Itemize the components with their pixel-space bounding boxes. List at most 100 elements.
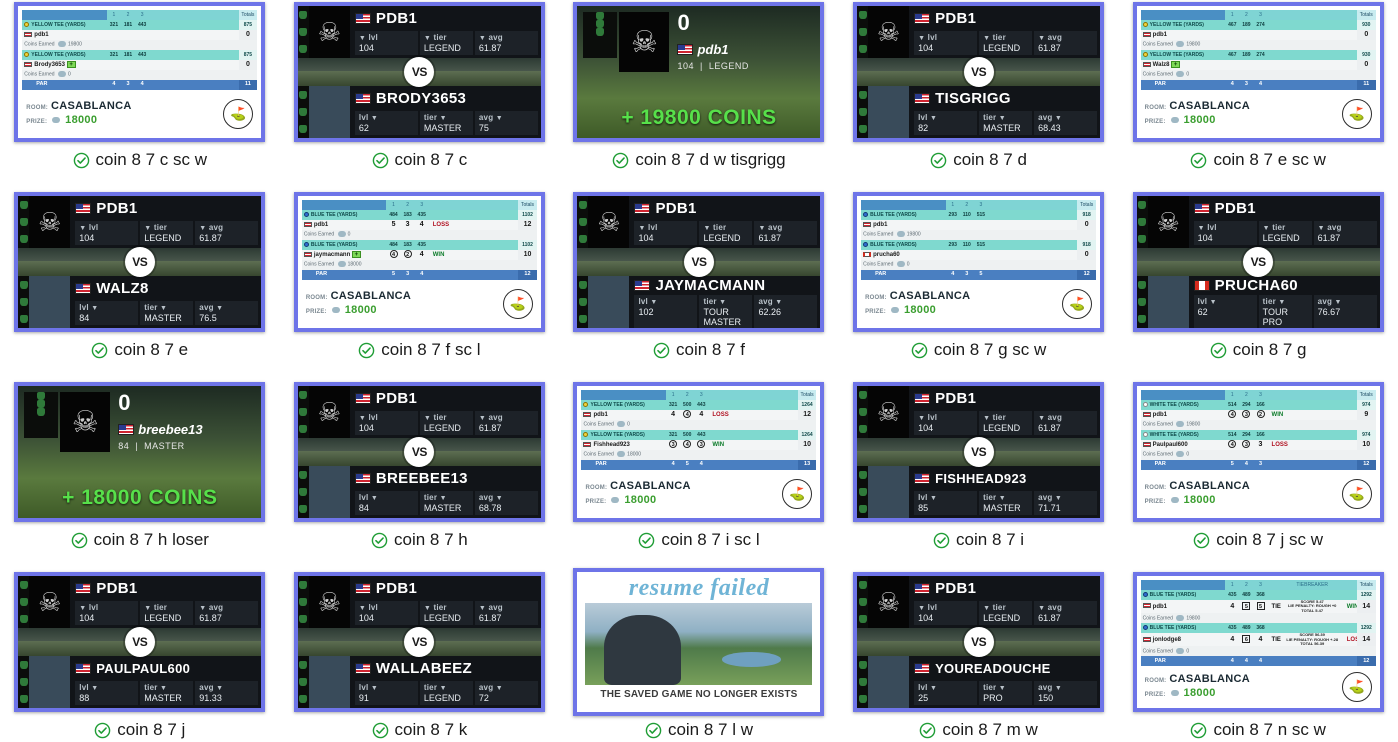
thumbnail-wrapper[interactable]: ☠ PDB1 ▼ lvl 104 ▼ tier LEGEND ▼ avg 61.87 VS PRU… xyxy=(1132,192,1384,332)
stat-avg: avg ▼ 68.43 xyxy=(1034,111,1098,136)
scorecard-card[interactable]: 1 2 3 Totals YELLOW TEE (YARDS) 321 181 443 875 p… xyxy=(18,6,262,138)
total-yards: 875 xyxy=(238,50,258,60)
thumbnail-wrapper[interactable]: ☠ PDB1 ▼ lvl 104 ▼ tier LEGEND ▼ avg 61.87 VS TIS… xyxy=(853,2,1105,142)
yardage-cell: 500 xyxy=(680,430,695,440)
vs-matchup-card[interactable]: ☠ PDB1 ▼ lvl 104 ▼ tier LEGEND ▼ avg 61.87 VS JAY… xyxy=(577,196,821,328)
avatar xyxy=(297,656,350,708)
flag-icon-us xyxy=(1142,441,1151,447)
screenshot-thumbnail[interactable]: 1 2 3 Totals BLUE TEE (YARDS) 484 183 435 1102 pd… xyxy=(293,192,545,332)
skull-avatar-icon: ☠ xyxy=(317,17,342,47)
vs-matchup-card[interactable]: ☠ PDB1 ▼ lvl 104 ▼ tier LEGEND ▼ avg 61.87 VS FIS… xyxy=(857,386,1101,518)
screenshot-thumbnail[interactable]: ☠ PDB1 ▼ lvl 104 ▼ tier LEGEND ▼ avg 61.87 VS WAL… xyxy=(293,572,545,712)
skull-avatar-icon: ☠ xyxy=(60,392,111,452)
thumbnail-wrapper[interactable]: ☠ PDB1 ▼ lvl 104 ▼ tier LEGEND ▼ avg 61.87 VS BRO… xyxy=(293,2,545,142)
result-header xyxy=(1267,390,1357,400)
yardage-cell: 368 xyxy=(1253,590,1268,600)
scorecard-card[interactable]: 1 2 3 TIEBREAKER Totals BLUE TEE (YARDS) 435 48… xyxy=(1136,576,1380,708)
vs-matchup-card[interactable]: ☠ PDB1 ▼ lvl 104 ▼ tier LEGEND ▼ avg 61.87 VS BRO… xyxy=(297,6,541,138)
screenshot-thumbnail[interactable]: 1 2 3 Totals WHITE TEE (YARDS) 514 294 166 974 pd… xyxy=(1132,382,1384,522)
stat-tier: ▼ tier LEGEND xyxy=(419,31,473,56)
stat-lvl: lvl ▼ 82 xyxy=(914,111,978,136)
check-circle-icon xyxy=(911,342,928,358)
stat-tier: ▼ tier LEGEND xyxy=(140,601,194,626)
thumbnail-wrapper[interactable]: ☠ PDB1 ▼ lvl 104 ▼ tier LEGEND ▼ avg 61.87 VS FIS… xyxy=(853,382,1105,522)
vs-matchup-card[interactable]: ☠ PDB1 ▼ lvl 104 ▼ tier LEGEND ▼ avg 61.87 VS BRE… xyxy=(297,386,541,518)
vs-matchup-card[interactable]: ☠ PDB1 ▼ lvl 104 ▼ tier LEGEND ▼ avg 61.87 VS WAL… xyxy=(18,196,262,328)
thumbnail-wrapper[interactable]: ☠ PDB1 ▼ lvl 104 ▼ tier LEGEND ▼ avg 61.87 VS YOU… xyxy=(853,572,1105,712)
score-cell: 3 xyxy=(400,220,415,230)
thumbnail-wrapper[interactable]: 1 2 3 Totals WHITE TEE (YARDS) 514 294 166 974 pd… xyxy=(1132,382,1384,522)
player-name: pdb1 xyxy=(581,410,667,420)
avatar xyxy=(857,86,910,138)
screenshot-thumbnail[interactable]: 1 2 3 Totals BLUE TEE (YARDS) 293 110 515 918 pdb… xyxy=(853,192,1105,332)
thumbnail-wrapper[interactable]: 1 2 3 TIEBREAKER Totals BLUE TEE (YARDS) 435 48… xyxy=(1132,572,1384,712)
par-label: PAR xyxy=(1140,460,1226,470)
gallery-cell: ☠ PDB1 ▼ lvl 104 ▼ tier LEGEND ▼ avg 61.87 VS BRO… xyxy=(280,0,560,190)
player-name: PDB1 xyxy=(935,580,977,597)
par-row: PAR 5 4 3 12 xyxy=(1140,460,1376,470)
check-circle-icon xyxy=(920,722,936,738)
screenshot-thumbnail[interactable]: 1 2 3 Totals YELLOW TEE (YARDS) 467 189 274 930 p… xyxy=(1132,2,1384,142)
screenshot-thumbnail[interactable]: ☠ PDB1 ▼ lvl 104 ▼ tier LEGEND ▼ avg 61.87 VS TIS… xyxy=(853,2,1105,142)
thumbnail-wrapper[interactable]: 1 2 3 Totals YELLOW TEE (YARDS) 321 181 443 875 p… xyxy=(14,2,266,142)
thumbnail-wrapper[interactable]: ☠ PDB1 ▼ lvl 104 ▼ tier LEGEND ▼ avg 61.87 VS PAU… xyxy=(14,572,266,712)
player-score-row: pdb1 4 4 4 LOSS 12 xyxy=(581,410,817,420)
player-score-row: Fishhead923 3 4 3 WIN 10 xyxy=(581,440,817,450)
screenshot-thumbnail[interactable]: 1 2 3 Totals YELLOW TEE (YARDS) 321 500 443 1264… xyxy=(573,382,825,522)
vs-matchup-card[interactable]: ☠ PDB1 ▼ lvl 104 ▼ tier LEGEND ▼ avg 61.87 VS YOU… xyxy=(857,576,1101,708)
scorecard-header-row: 1 2 3 Totals xyxy=(301,200,537,210)
thumbnail-wrapper[interactable]: ☠ PDB1 ▼ lvl 104 ▼ tier LEGEND ▼ avg 61.87 VS WAL… xyxy=(293,572,545,712)
flag-icon-us xyxy=(75,283,92,294)
screenshot-thumbnail[interactable]: ☠ PDB1 ▼ lvl 104 ▼ tier LEGEND ▼ avg 61.87 VS PRU… xyxy=(1132,192,1384,332)
scorecard-header-row: 1 2 3 Totals xyxy=(861,200,1097,210)
vs-matchup-card[interactable]: ☠ PDB1 ▼ lvl 104 ▼ tier LEGEND ▼ avg 61.87 VS TIS… xyxy=(857,6,1101,138)
thumbnail-wrapper[interactable]: 1 2 3 Totals YELLOW TEE (YARDS) 321 500 443 1264… xyxy=(573,382,825,522)
scorecard-card[interactable]: 1 2 3 Totals BLUE TEE (YARDS) 484 183 435 1102 pd… xyxy=(297,196,541,328)
thumbnail-wrapper[interactable]: ☠ 0 breebee13 84 | MASTER + 18000 COINS xyxy=(14,382,266,522)
screenshot-thumbnail[interactable]: ☠ PDB1 ▼ lvl 104 ▼ tier LEGEND ▼ avg 61.87 VS WAL… xyxy=(14,192,266,332)
resume-failed-card[interactable]: resume failed THE SAVED GAME NO LONGER EX… xyxy=(577,572,821,712)
gallery-cell: ☠ 0 pdb1 104 | LEGEND + 19800 COINS coin 8 7 … xyxy=(559,0,839,190)
scorecard-card[interactable]: 1 2 3 Totals YELLOW TEE (YARDS) 321 500 443 1264… xyxy=(577,386,821,518)
gallery-cell: ☠ PDB1 ▼ lvl 104 ▼ tier LEGEND ▼ avg 61.87 VS JAY… xyxy=(559,190,839,380)
coin-icon xyxy=(1176,421,1185,428)
scorecard-card[interactable]: 1 2 3 Totals BLUE TEE (YARDS) 293 110 515 918 pdb… xyxy=(857,196,1101,328)
vs-divider: VS xyxy=(857,57,1101,87)
hole-number: 1 xyxy=(945,200,960,210)
vs-matchup-card[interactable]: ☠ PDB1 ▼ lvl 104 ▼ tier LEGEND ▼ avg 61.87 VS WAL… xyxy=(297,576,541,708)
screenshot-thumbnail[interactable]: 1 2 3 TIEBREAKER Totals BLUE TEE (YARDS) 435 48… xyxy=(1132,572,1384,712)
thumbnail-wrapper[interactable]: ☠ PDB1 ▼ lvl 104 ▼ tier LEGEND ▼ avg 61.87 VS JAY… xyxy=(573,192,825,332)
thumbnail-wrapper[interactable]: 1 2 3 Totals BLUE TEE (YARDS) 293 110 515 918 pdb… xyxy=(853,192,1105,332)
stat-avg: avg ▼ 76.5 xyxy=(195,301,259,326)
screenshot-thumbnail[interactable]: ☠ PDB1 ▼ lvl 104 ▼ tier LEGEND ▼ avg 61.87 VS JAY… xyxy=(573,192,825,332)
score-cell: 4 xyxy=(386,250,401,260)
thumbnail-wrapper[interactable]: ☠ PDB1 ▼ lvl 104 ▼ tier LEGEND ▼ avg 61.87 VS BRE… xyxy=(293,382,545,522)
screenshot-thumbnail[interactable]: resume failed THE SAVED GAME NO LONGER EX… xyxy=(573,568,825,716)
thumbnail-wrapper[interactable]: resume failed THE SAVED GAME NO LONGER EX… xyxy=(573,568,825,716)
thumbnail-wrapper[interactable]: 1 2 3 Totals BLUE TEE (YARDS) 484 183 435 1102 pd… xyxy=(293,192,545,332)
screenshot-thumbnail[interactable]: ☠ PDB1 ▼ lvl 104 ▼ tier LEGEND ▼ avg 61.87 VS FIS… xyxy=(853,382,1105,522)
vs-matchup-card[interactable]: ☠ PDB1 ▼ lvl 104 ▼ tier LEGEND ▼ avg 61.87 VS PAU… xyxy=(18,576,262,708)
coins-awarded-card[interactable]: ☠ 0 pdb1 104 | LEGEND + 19800 COINS xyxy=(577,6,821,138)
player-total: 14 xyxy=(1356,633,1376,647)
thumbnail-wrapper[interactable]: ☠ PDB1 ▼ lvl 104 ▼ tier LEGEND ▼ avg 61.87 VS WAL… xyxy=(14,192,266,332)
screenshot-thumbnail[interactable]: ☠ PDB1 ▼ lvl 104 ▼ tier LEGEND ▼ avg 61.87 VS YOU… xyxy=(853,572,1105,712)
tee-row: YELLOW TEE (YARDS) 321 181 443 875 xyxy=(22,20,258,30)
screenshot-thumbnail[interactable]: ☠ 0 breebee13 84 | MASTER + 18000 COINS xyxy=(14,382,266,522)
scorecard-card[interactable]: 1 2 3 Totals WHITE TEE (YARDS) 514 294 166 974 pd… xyxy=(1136,386,1380,518)
player-total: 0 xyxy=(1077,250,1097,260)
thumbnail-wrapper[interactable]: ☠ 0 pdb1 104 | LEGEND + 19800 COINS xyxy=(573,2,825,142)
coins-awarded-card[interactable]: ☠ 0 breebee13 84 | MASTER + 18000 COINS xyxy=(18,386,262,518)
stat-lvl: lvl ▼ 84 xyxy=(75,301,139,326)
thumbnail-wrapper[interactable]: 1 2 3 Totals YELLOW TEE (YARDS) 467 189 274 930 p… xyxy=(1132,2,1384,142)
par-row: PAR 4 5 4 13 xyxy=(581,460,817,470)
vs-matchup-card[interactable]: ☠ PDB1 ▼ lvl 104 ▼ tier LEGEND ▼ avg 61.87 VS PRU… xyxy=(1136,196,1380,328)
thumbnail-caption: coin 8 7 j sc w xyxy=(1193,530,1323,550)
screenshot-thumbnail[interactable]: 1 2 3 Totals YELLOW TEE (YARDS) 321 181 443 875 p… xyxy=(14,2,266,142)
scorecard-card[interactable]: 1 2 3 Totals YELLOW TEE (YARDS) 467 189 274 930 p… xyxy=(1136,6,1380,138)
screenshot-thumbnail[interactable]: ☠ 0 pdb1 104 | LEGEND + 19800 COINS xyxy=(573,2,825,142)
screenshot-thumbnail[interactable]: ☠ PDB1 ▼ lvl 104 ▼ tier LEGEND ▼ avg 61.87 VS PAU… xyxy=(14,572,266,712)
screenshot-thumbnail[interactable]: ☠ PDB1 ▼ lvl 104 ▼ tier LEGEND ▼ avg 61.87 VS BRO… xyxy=(293,2,545,142)
screenshot-thumbnail[interactable]: ☠ PDB1 ▼ lvl 104 ▼ tier LEGEND ▼ avg 61.87 VS BRE… xyxy=(293,382,545,522)
medal-strip xyxy=(24,392,59,438)
